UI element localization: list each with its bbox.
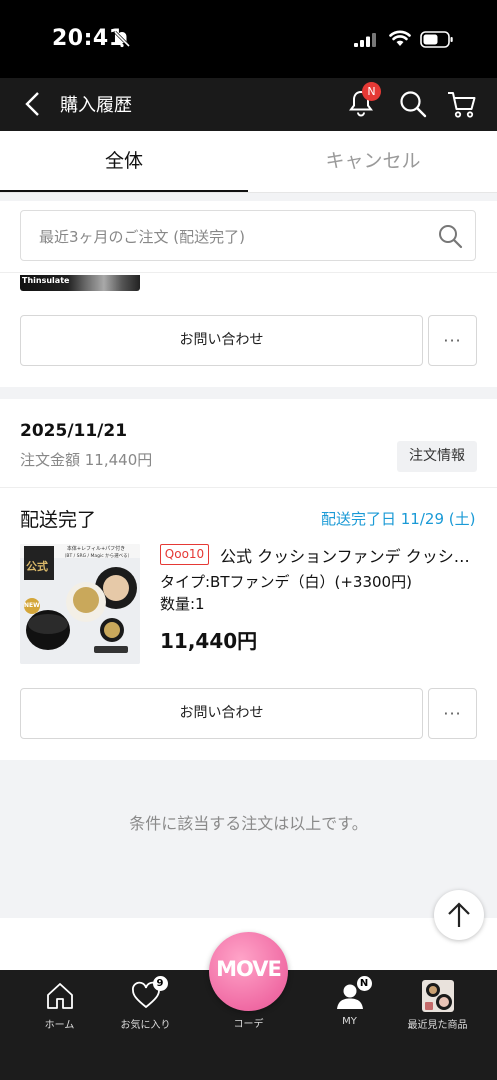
end-of-list-message: 条件に該当する注文は以上です。 (129, 814, 368, 833)
product-image-caption: 本体+レフィル+パフ付き (66, 546, 126, 552)
search-divider (0, 272, 497, 273)
status-bar: 20:41 (0, 0, 497, 78)
inquiry-button[interactable]: お問い合わせ (20, 688, 423, 739)
nav-home-label: ホーム (44, 1020, 75, 1031)
tab-all[interactable]: 全体 (0, 131, 248, 193)
order-info-button[interactable]: 注文情報 (397, 441, 477, 472)
section-gap (0, 193, 497, 201)
end-section (0, 760, 497, 918)
product-image-new: NEW (24, 602, 40, 609)
delivery-status: 配送完了 (20, 509, 97, 531)
product-image-badge: 公式 (26, 560, 48, 573)
search-icon[interactable] (398, 89, 428, 119)
product-option: タイプ:BTファンデ（白）(+3300円) (160, 573, 412, 591)
previous-product-image-text: Thinsulate (22, 276, 70, 285)
nav-my-label: MY (342, 1016, 357, 1027)
order-separator (0, 387, 497, 399)
product-name[interactable]: 公式 クッションファンデ クッションファンデーション (220, 543, 482, 567)
nav-home[interactable]: ホーム (10, 970, 109, 1031)
order-search-input[interactable]: 最近3ヶ月のご注文 (配送完了) (20, 210, 476, 261)
previous-product-image[interactable]: Thinsulate (20, 275, 140, 291)
nav-coordinate[interactable]: コーデ (199, 1009, 298, 1030)
inquiry-button[interactable]: お問い合わせ (20, 315, 423, 366)
my-badge: N (356, 976, 372, 991)
order-divider (0, 487, 497, 488)
favorites-badge: 9 (152, 976, 168, 991)
recent-product-thumb (421, 980, 454, 1012)
battery-icon (420, 31, 453, 48)
search-placeholder: 最近3ヶ月のご注文 (配送完了) (39, 228, 246, 246)
scroll-to-top-button[interactable] (434, 890, 484, 940)
tab-cancel[interactable]: キャンセル (249, 131, 497, 193)
cart-icon[interactable] (446, 88, 478, 120)
shop-tag: Qoo10 (160, 544, 209, 565)
product-image[interactable]: 本体+レフィル+パフ付き （BT / SRG / Magic から選べる） 公式… (20, 544, 140, 664)
more-options-button[interactable]: ··· (428, 315, 477, 366)
wifi-icon (389, 30, 411, 46)
nav-recent-label: 最近見た商品 (407, 1020, 468, 1031)
search-icon[interactable] (437, 223, 463, 249)
page-title: 購入履歴 (60, 95, 132, 116)
nav-coordinate-label: コーデ (233, 1019, 264, 1030)
notification-badge: N (362, 82, 381, 101)
silent-mode-icon (113, 30, 131, 48)
order-date: 2025/11/21 (20, 421, 128, 441)
product-price: 11,440円 (160, 629, 258, 653)
nav-favorites-label: お気に入り (120, 1020, 171, 1031)
product-image-subcaption: （BT / SRG / Magic から選べる） (61, 554, 133, 559)
move-logo: MOVE (216, 957, 282, 981)
product-quantity: 数量:1 (160, 595, 205, 613)
delivery-date: 配送完了日 11/29 (土) (321, 510, 476, 528)
nav-favorites[interactable]: 9 お気に入り (96, 970, 195, 1031)
home-icon (46, 983, 73, 1009)
more-options-button[interactable]: ··· (428, 688, 477, 739)
signal-icon (354, 33, 376, 47)
move-button[interactable]: MOVE (209, 932, 288, 1011)
nav-my[interactable]: N MY (300, 970, 399, 1027)
arrow-up-icon (448, 902, 470, 927)
app-header: 購入履歴 N (0, 78, 497, 131)
back-arrow-icon[interactable] (22, 90, 46, 118)
nav-recent[interactable]: 最近見た商品 (388, 970, 487, 1031)
order-amount: 注文金額 11,440円 (20, 451, 153, 469)
